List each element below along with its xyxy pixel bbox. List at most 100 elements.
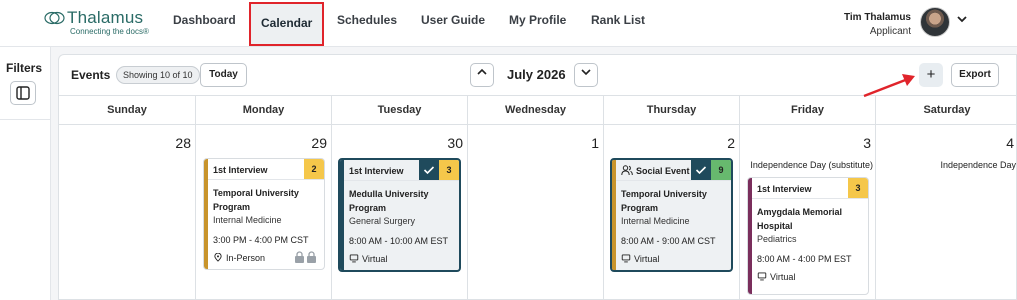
program-name: Medulla University Program [349,189,429,213]
weekday-tuesday: Tuesday [331,96,467,125]
specialty: Internal Medicine [213,215,282,225]
day-number: 3 [863,135,871,151]
arrow-annotation-icon [863,74,915,98]
weekday-wednesday: Wednesday [467,96,603,125]
day-cell[interactable]: 3 Independence Day (substitute) 1st Inte… [739,125,875,300]
check-icon [423,166,435,175]
day-number: 2 [727,135,735,151]
holiday-label: Independence Day [940,160,1016,170]
people-icon [621,165,633,176]
events-title: Events [71,68,111,82]
day-cell[interactable]: 2 Social Event 9 Temporal University Pro… [603,125,739,300]
nav-rank-list[interactable]: Rank List [591,0,645,44]
divider [208,179,324,180]
brand-tagline: Connecting the docs® [70,27,149,36]
weekday-saturday: Saturday [875,96,1017,125]
holiday-label: Independence Day (substitute) [750,160,873,170]
next-month-button[interactable] [574,63,598,87]
event-location: Virtual [349,254,387,264]
specialty: General Surgery [349,216,416,226]
nav-user-guide[interactable]: User Guide [421,0,485,44]
weekday-friday: Friday [739,96,875,125]
event-type: 1st Interview [213,165,268,175]
map-pin-icon [214,253,222,262]
divider [344,180,459,181]
event-card[interactable]: 1st Interview 3 Medulla University Progr… [338,158,461,272]
event-card[interactable]: Social Event 9 Temporal University Progr… [610,158,733,272]
event-location: Virtual [621,254,659,264]
divider [616,180,731,181]
export-button[interactable]: Export [951,63,999,87]
logo-icon [44,11,65,25]
rank-badge: 9 [711,160,731,180]
program-name: Amygdala Memorial Hospital [757,207,843,231]
program-name: Temporal University Program [213,188,299,212]
confirmed-check [419,160,439,180]
event-card[interactable]: 1st Interview 2 Temporal University Prog… [203,158,325,270]
monitor-icon [621,254,631,263]
day-cell[interactable]: 28 [59,125,195,300]
chevron-down-icon [581,69,591,76]
location-label: In-Person [226,253,266,263]
event-type: 1st Interview [349,166,404,176]
weekday-monday: Monday [195,96,331,125]
add-event-button[interactable]: + [919,63,943,87]
event-color-bar [748,178,752,294]
nav-schedules[interactable]: Schedules [337,0,397,44]
sidebar-toggle-button[interactable] [10,81,36,105]
prev-month-button[interactable] [470,63,494,87]
event-time: 3:00 PM - 4:00 PM CST [213,235,309,245]
specialty: Pediatrics [757,234,797,244]
user-role: Applicant [869,26,911,37]
event-card[interactable]: 1st Interview 3 Amygdala Memorial Hospit… [747,177,869,295]
user-info: Tim Thalamus Applicant [844,11,911,39]
sidebar-panel-icon [16,86,30,100]
day-number: 28 [175,135,191,151]
day-cell[interactable]: 4 Independence Day [875,125,1017,300]
nav-calendar[interactable]: Calendar [249,2,325,46]
event-color-bar [204,159,208,269]
rank-badge: 2 [304,159,324,179]
divider [752,198,868,199]
top-nav: Thalamus Connecting the docs® Dashboard … [0,0,1017,47]
brand-name: Thalamus [67,8,144,27]
event-type: Social Event [636,166,690,176]
day-number: 29 [311,135,327,151]
thalamus-logo[interactable]: Thalamus Connecting the docs® [44,8,154,40]
confirmed-check [691,160,711,180]
weekday-sunday: Sunday [107,104,147,116]
filters-sidebar: Filters [0,47,51,300]
showing-badge: Showing 10 of 10 [116,66,200,84]
chevron-up-icon [477,68,487,75]
event-type: 1st Interview [757,184,812,194]
divider [0,119,51,120]
day-number: 4 [1006,135,1014,151]
month-label: July 2026 [507,67,566,82]
day-number: 30 [447,135,463,151]
event-location: Virtual [757,272,795,282]
location-label: Virtual [362,254,388,264]
event-time: 8:00 AM - 4:00 PM EST [757,254,852,264]
day-cell[interactable]: 30 1st Interview 3 Medulla University Pr… [331,125,467,300]
day-cell[interactable]: 1 [467,125,603,300]
event-time: 8:00 AM - 10:00 AM EST [349,236,449,246]
weekday-thursday: Thursday [603,96,739,125]
rank-badge: 3 [439,160,459,180]
event-time: 8:00 AM - 9:00 AM CST [621,236,716,246]
event-color-bar [612,160,616,270]
program-name: Temporal University Program [621,189,707,213]
user-name: Tim Thalamus [843,12,911,23]
filters-title: Filters [6,61,43,75]
chevron-down-icon[interactable] [956,13,968,25]
nav-dashboard[interactable]: Dashboard [173,0,236,44]
location-label: Virtual [770,272,796,282]
event-location: In-Person [213,253,265,263]
location-label: Virtual [634,254,660,264]
avatar[interactable] [920,7,950,37]
check-icon [695,166,707,175]
nav-my-profile[interactable]: My Profile [509,0,566,44]
day-number: 1 [591,135,599,151]
today-button[interactable]: Today [200,63,247,87]
day-cell[interactable]: 29 1st Interview 2 Temporal University P… [195,125,331,300]
rank-badge: 3 [848,178,868,198]
